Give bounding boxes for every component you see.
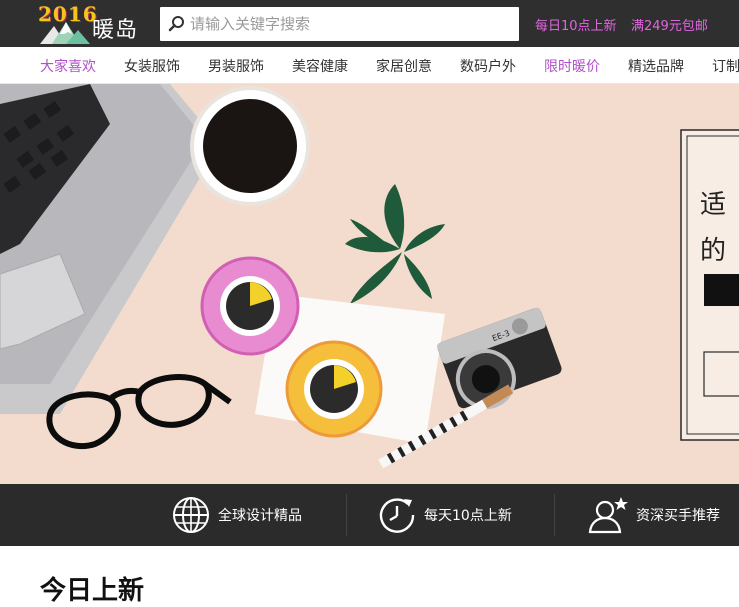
feature-divider <box>346 494 347 536</box>
coffee-cup-image <box>190 86 310 206</box>
feature-divider <box>554 494 555 536</box>
nav-item-men[interactable]: 男装服饰 <box>208 56 264 76</box>
nav-item-popular[interactable]: 大家喜欢 <box>40 56 96 76</box>
nav-item-brands[interactable]: 精选品牌 <box>628 56 684 76</box>
mountain-logo-icon <box>40 22 90 44</box>
leaves-image <box>345 184 445 304</box>
search-input[interactable] <box>190 7 510 41</box>
nav-item-flash-sale[interactable]: 限时暖价 <box>544 56 600 76</box>
section-title-today-new: 今日上新 <box>40 576 145 606</box>
hero-banner[interactable]: EE-3 适 的 <box>0 84 739 484</box>
feature-daily-new: 每天10点上新 <box>378 484 512 546</box>
laptop-image <box>0 84 220 414</box>
features-bar: 全球设计精品 每天10点上新 资深买手推荐 <box>0 484 739 546</box>
top-bar: 2016 暖岛 每日10点上新 满249元包邮 <box>0 0 739 47</box>
logo-name: 暖岛 <box>92 18 139 43</box>
nav-item-beauty[interactable]: 美容健康 <box>292 56 348 76</box>
promo-free-shipping[interactable]: 满249元包邮 <box>631 15 708 34</box>
clock-refresh-icon <box>379 498 415 533</box>
yellow-coaster-image <box>285 340 383 438</box>
nav-item-digital[interactable]: 数码户外 <box>460 56 516 76</box>
buyer-star-icon <box>588 497 628 534</box>
hero-text-line2: 的 <box>700 236 727 266</box>
pink-coaster-image <box>200 256 300 356</box>
promo-daily-new[interactable]: 每日10点上新 <box>535 15 617 34</box>
glasses-image <box>46 374 232 449</box>
hero-text-line1: 适 <box>700 190 727 220</box>
category-nav: 大家喜欢 女装服饰 男装服饰 美容健康 家居创意 数码户外 限时暖价 精选品牌 … <box>0 47 739 84</box>
feature-label: 资深买手推荐 <box>636 508 720 524</box>
nav-item-home[interactable]: 家居创意 <box>376 56 432 76</box>
search-box <box>160 7 519 41</box>
feature-label: 每天10点上新 <box>424 508 512 524</box>
hero-text-panel <box>680 129 739 441</box>
site-logo[interactable]: 2016 暖岛 <box>38 2 148 45</box>
camera-image: EE-3 <box>437 307 562 410</box>
feature-label: 全球设计精品 <box>218 508 302 524</box>
search-icon[interactable] <box>168 15 186 33</box>
nav-item-custom[interactable]: 订制 <box>712 56 739 76</box>
globe-icon <box>173 497 209 533</box>
hero-illustration: EE-3 <box>0 84 739 469</box>
feature-buyer-pick: 资深买手推荐 <box>588 484 720 546</box>
nav-item-women[interactable]: 女装服饰 <box>124 56 180 76</box>
feature-global-design: 全球设计精品 <box>172 484 302 546</box>
